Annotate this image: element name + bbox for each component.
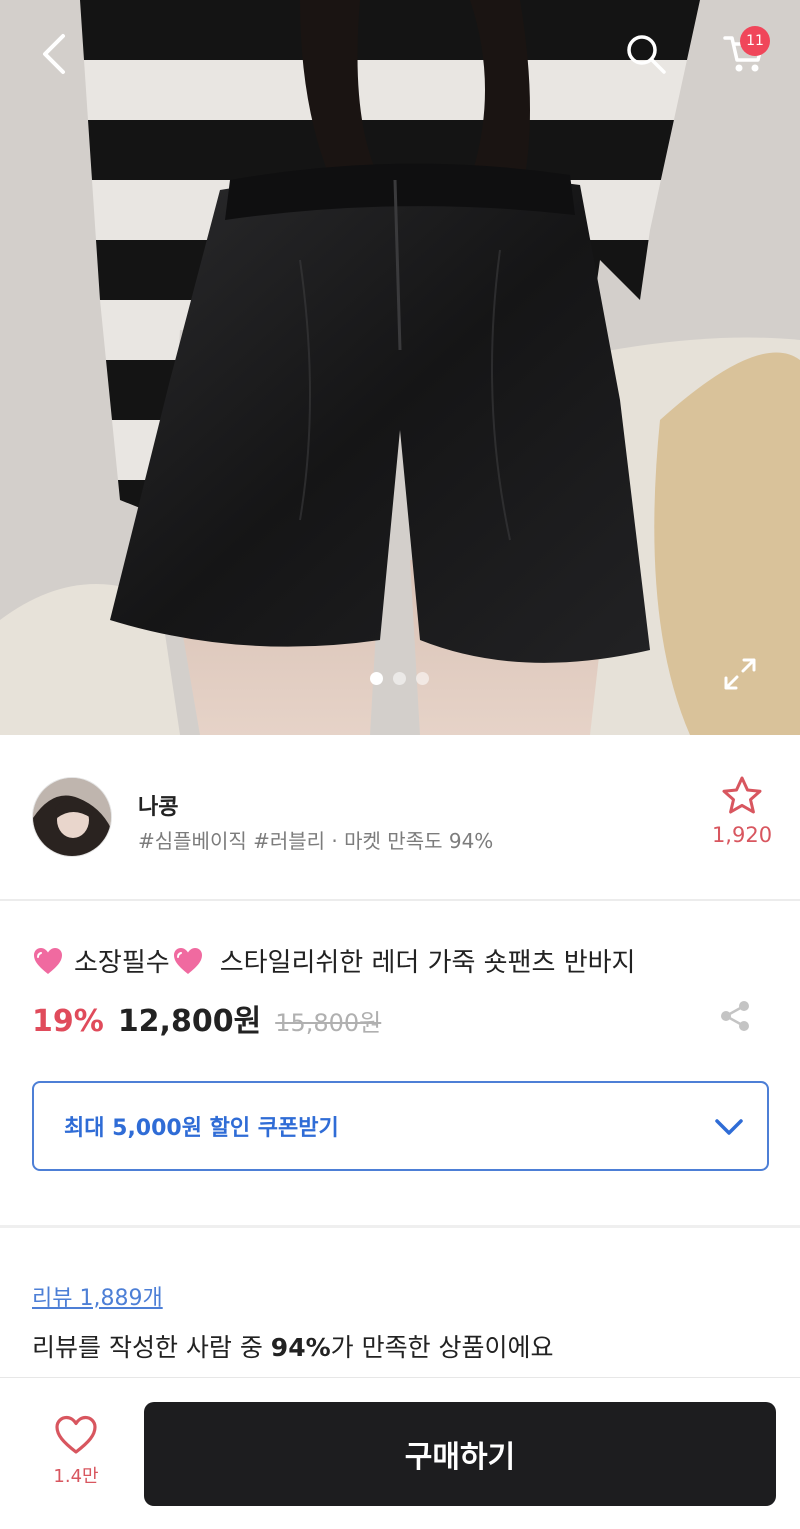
search-button[interactable]	[614, 22, 678, 86]
search-icon	[627, 35, 666, 74]
product-photo	[0, 0, 800, 735]
coupon-label: 최대 5,000원 할인 쿠폰받기	[64, 1116, 339, 1141]
review-satisfaction-percent: 94%	[270, 1333, 331, 1362]
share-button[interactable]	[714, 996, 756, 1036]
like-count: 1.4만	[53, 1466, 99, 1487]
chevron-down-icon	[715, 1119, 743, 1135]
shop-info[interactable]: 나콩 #심플베이직 #러블리 · 마켓 만족도 94% 1,920	[0, 735, 800, 901]
review-count-link[interactable]: 리뷰 1,889개	[32, 1280, 163, 1312]
gallery-dot[interactable]	[393, 672, 406, 685]
original-price: 15,800원	[275, 1009, 382, 1037]
shop-tags: #심플베이직 #러블리 · 마켓 만족도 94%	[138, 829, 494, 853]
chevron-left-icon	[43, 34, 65, 74]
gallery-pagination	[370, 672, 429, 685]
coupon-button[interactable]: 최대 5,000원 할인 쿠폰받기	[32, 1081, 769, 1171]
avatar-image	[33, 778, 111, 856]
discount-rate: 19%	[32, 1004, 104, 1039]
gallery-dot[interactable]	[416, 672, 429, 685]
cart-count-badge: 11	[740, 26, 770, 56]
product-title: 소장필수 스타일리쉬한 레더 가죽 숏팬츠 반바지	[32, 942, 635, 979]
like-button[interactable]: 1.4만	[40, 1414, 112, 1488]
heart-emoji-icon	[173, 947, 202, 974]
review-summary: 리뷰를 작성한 사람 중 94%가 만족한 상품이에요	[32, 1328, 554, 1364]
expand-icon	[724, 658, 756, 690]
product-title-prefix: 소장필수	[74, 948, 170, 978]
heart-outline-icon	[55, 1415, 97, 1454]
product-title-text: 스타일리쉬한 레더 가죽 숏팬츠 반바지	[219, 948, 636, 978]
price-row: 19% 12,800원 15,800원	[32, 996, 381, 1040]
sale-price: 12,800원	[117, 1004, 262, 1039]
favorite-shop-button[interactable]: 1,920	[706, 775, 778, 847]
expand-button[interactable]	[718, 652, 762, 696]
share-icon	[721, 1001, 749, 1031]
shop-name[interactable]: 나콩	[138, 789, 178, 821]
back-button[interactable]	[22, 22, 86, 86]
gallery-dot[interactable]	[370, 672, 383, 685]
product-image-gallery[interactable]: 11	[0, 0, 800, 735]
buy-button[interactable]: 구매하기	[144, 1402, 776, 1506]
section-divider	[0, 1225, 800, 1228]
review-summary-before: 리뷰를 작성한 사람 중	[32, 1333, 271, 1362]
favorite-count: 1,920	[711, 823, 773, 847]
star-outline-icon	[722, 776, 762, 814]
review-summary-after: 가 만족한 상품이에요	[330, 1333, 554, 1362]
shop-avatar[interactable]	[32, 777, 112, 857]
bottom-action-bar: 1.4만 구매하기	[0, 1377, 800, 1529]
heart-emoji-icon	[34, 947, 62, 974]
